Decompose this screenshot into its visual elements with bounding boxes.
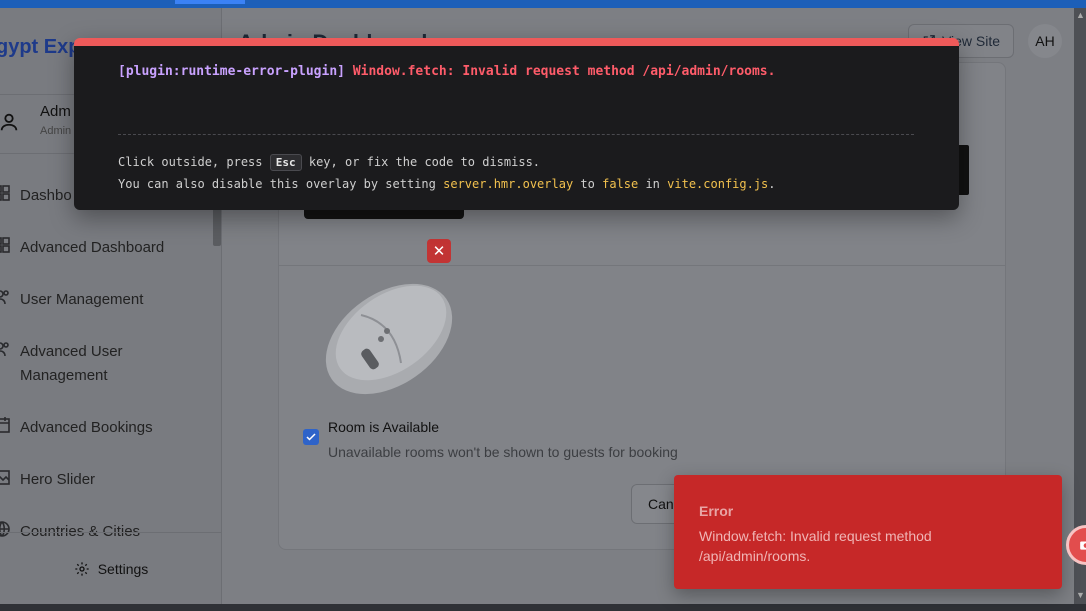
users-icon [0, 290, 9, 305]
sidebar-item-label: Dashbo [20, 187, 72, 204]
sidebar-nav: Dashbo Advanced Dashboard User Managemen… [0, 168, 222, 538]
sidebar-item-user-management[interactable]: User Management [0, 288, 212, 312]
error-text: Window.fetch: Invalid request method /ap… [352, 64, 776, 79]
sidebar-item-label: Advanced Bookings [20, 419, 153, 436]
overlay-tip: Click outside, press Esc key, or fix the… [118, 154, 540, 171]
tip-text: in [645, 177, 660, 191]
tip-text: key, or fix the code to dismiss. [308, 155, 541, 169]
image-icon [0, 470, 10, 485]
gear-icon [75, 561, 89, 576]
browser-active-tab-indicator [175, 0, 245, 4]
page-scrollbar[interactable] [1074, 8, 1086, 604]
sidebar-item-label: Advanced Dashboard [20, 239, 165, 256]
overlay-divider [118, 134, 914, 135]
toast-message: Window.fetch: Invalid request method /ap… [699, 528, 932, 564]
config-key: server.hmr.overlay [443, 177, 574, 191]
check-icon [306, 433, 316, 441]
error-toast[interactable]: Error Window.fetch: Invalid request meth… [674, 475, 1062, 589]
scroll-down-arrow-icon[interactable]: ▼ [1076, 590, 1085, 600]
brand-logo-text[interactable]: gypt Exp [0, 36, 80, 59]
avatar[interactable]: AH [1028, 24, 1062, 58]
sidebar-item-advanced-user-management[interactable]: Advanced User Management [0, 340, 212, 388]
settings-label: Settings [97, 560, 149, 577]
config-value: false [602, 177, 639, 191]
remove-image-button[interactable]: ✕ [427, 239, 451, 263]
tip-text: You can also disable this overlay by set… [118, 177, 436, 191]
tip-text: . [768, 177, 776, 191]
error-plugin-name: [plugin:runtime-error-plugin] [118, 64, 345, 79]
vite-error-overlay[interactable]: [plugin:runtime-error-plugin] Window.fet… [74, 38, 959, 210]
room-available-help: Unavailable rooms won't be shown to gues… [328, 444, 678, 460]
grid-icon [0, 237, 10, 253]
tip-text: Click outside, press [118, 155, 263, 169]
sidebar-item-advanced-dashboard[interactable]: Advanced Dashboard [0, 236, 212, 260]
browser-top-strip [0, 0, 1086, 8]
settings-button[interactable]: Settings [0, 532, 222, 604]
users-icon [0, 342, 9, 357]
tip-text: to [580, 177, 595, 191]
sidebar-item-label: Hero Slider [20, 471, 96, 488]
user-icon [0, 113, 18, 131]
room-available-label[interactable]: Room is Available [328, 419, 439, 435]
camera-icon [1080, 541, 1086, 550]
close-icon: ✕ [432, 243, 446, 260]
overlay-tip-config: You can also disable this overlay by set… [118, 177, 776, 191]
sidebar-item-label: User Management [20, 291, 144, 308]
grid-icon [0, 185, 10, 201]
user-name: Adm [40, 103, 71, 120]
esc-key: Esc [269, 154, 302, 171]
sidebar-item-advanced-bookings[interactable]: Advanced Bookings [0, 416, 212, 440]
calendar-icon [0, 417, 10, 433]
toast-title: Error [699, 503, 734, 519]
sidebar-item-hero-slider[interactable]: Hero Slider [0, 468, 212, 492]
sidebar-item-label: Advanced User Management [20, 343, 123, 384]
error-message: [plugin:runtime-error-plugin] Window.fet… [118, 64, 775, 79]
mouse-image [325, 283, 453, 395]
window-bottom-edge [0, 604, 1086, 611]
room-available-checkbox[interactable] [303, 429, 319, 445]
scroll-up-arrow-icon[interactable]: ▲ [1076, 10, 1085, 20]
config-file: vite.config.js [667, 177, 769, 191]
user-role: Admin [40, 125, 72, 137]
